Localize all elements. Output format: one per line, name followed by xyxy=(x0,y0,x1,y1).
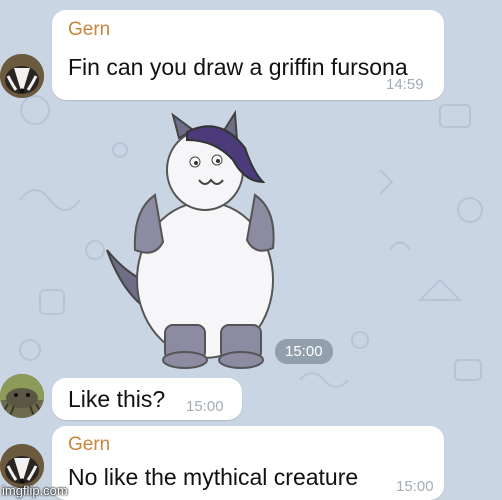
message-time: 15:00 xyxy=(396,478,434,495)
badger-avatar-icon xyxy=(0,54,44,98)
message-bubble[interactable]: Gern No like the mythical creature 15:00 xyxy=(52,426,444,500)
sender-avatar[interactable] xyxy=(0,444,44,488)
sender-name: Gern xyxy=(68,19,111,40)
sender-avatar[interactable] xyxy=(0,54,44,98)
cat-fursona-sticker[interactable] xyxy=(95,110,305,370)
catfish-avatar-icon xyxy=(0,374,44,418)
message-bubble[interactable]: Gern Fin can you draw a griffin fursona … xyxy=(52,10,444,100)
badger-avatar-icon xyxy=(0,444,44,488)
sender-name: Gern xyxy=(68,434,111,455)
message-text: No like the mythical creature xyxy=(68,464,359,490)
message-time: 14:59 xyxy=(386,76,424,93)
message-text: Fin can you draw a griffin fursona xyxy=(68,54,408,80)
watermark: imgflip.com xyxy=(2,483,68,498)
message-text: Like this? xyxy=(68,386,166,412)
own-avatar[interactable] xyxy=(0,374,44,418)
message-time: 15:00 xyxy=(186,398,224,415)
message-bubble[interactable]: Like this? 15:00 xyxy=(52,378,242,420)
sticker-time-pill: 15:00 xyxy=(275,339,333,364)
